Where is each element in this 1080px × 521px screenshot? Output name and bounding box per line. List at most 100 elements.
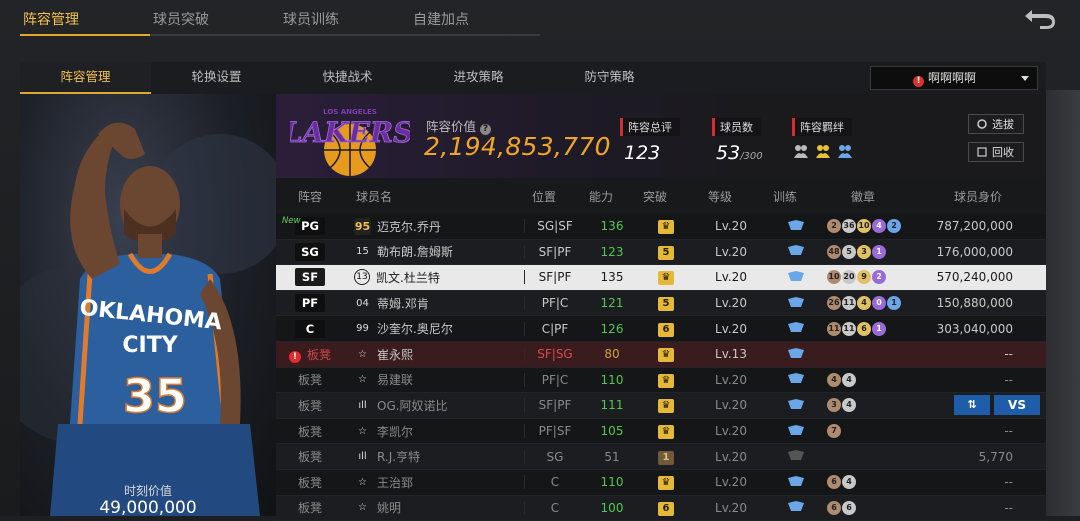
badge-icon[interactable]: 4 (842, 398, 856, 413)
training-icon[interactable] (787, 296, 805, 308)
bond-blue-icon[interactable] (836, 142, 854, 160)
table-row[interactable]: 板凳 ☆ 李凯尔 PF|SF 105 ♛ Lv.20 7 -- (276, 419, 1046, 445)
col-position[interactable]: 位置 (514, 188, 574, 205)
training-icon[interactable] (787, 449, 805, 461)
featured-player-card[interactable]: OKLAHOMA CITY 35 时刻价值 49,000,000 (20, 94, 276, 516)
table-row[interactable]: 板凳 ☆ 易建联 PF|C 110 ♛ Lv.20 4 4 -- (276, 368, 1046, 394)
player-level: Lv.20 (715, 500, 747, 515)
badge-icon[interactable]: 10 (857, 219, 871, 234)
badge-icon[interactable]: 2 (872, 270, 886, 285)
badge-icon[interactable]: 2 (827, 219, 841, 234)
table-row[interactable]: 板凳 ıll R.J.亨特 SG 51 1 Lv.20 5,770 (276, 444, 1046, 470)
col-ability[interactable]: 能力 (574, 188, 628, 205)
subtab-lineup[interactable]: 阵容管理 (20, 62, 151, 94)
badge-icon[interactable]: 6 (827, 475, 841, 490)
swap-button[interactable]: ⇅ (954, 395, 990, 416)
badge-icon[interactable]: 6 (842, 500, 856, 515)
training-icon[interactable] (787, 321, 805, 333)
player-name[interactable]: 王治郅 (377, 474, 413, 491)
player-name[interactable]: 易建联 (377, 371, 413, 388)
breakthrough-cell: 6 (639, 321, 693, 337)
training-icon[interactable] (787, 244, 805, 256)
bond-gold-icon[interactable] (814, 142, 832, 160)
badge-icon[interactable]: 2 (887, 219, 901, 234)
tab-player-training[interactable]: 球员训练 (280, 6, 410, 36)
player-name[interactable]: 勒布朗.詹姆斯 (377, 243, 453, 260)
training-icon[interactable] (787, 270, 805, 282)
col-breakthrough[interactable]: 突破 (628, 188, 682, 205)
table-row[interactable]: 板凳 ☆ 王治郅 C 110 ♛ Lv.20 6 4 -- (276, 470, 1046, 496)
badge-icon[interactable]: 1 (887, 296, 901, 311)
col-player-value[interactable]: 球员身价 (910, 188, 1016, 205)
training-icon[interactable] (787, 500, 805, 512)
badge-icon[interactable]: 6 (827, 500, 841, 515)
training-icon[interactable] (787, 424, 805, 436)
subtab-rotation[interactable]: 轮换设置 (151, 62, 282, 94)
table-row[interactable]: SF 13 凯文.杜兰特 SF|PF 135 ♛ Lv.20 10 20 9 2 570,240,00… (276, 265, 1046, 291)
table-row[interactable]: SG 15 勒布朗.詹姆斯 SF|PF 123 5 Lv.20 48 5 3 1 176,000,00… (276, 239, 1046, 266)
badge-icon[interactable]: 4 (842, 372, 856, 387)
breakthrough-cell: 5 (639, 295, 693, 312)
table-row[interactable]: C 99 沙奎尔.奥尼尔 C|PF 126 6 Lv.20 11 11 6 1 303,040,000 (276, 316, 1046, 342)
col-lineup[interactable]: 阵容 (276, 188, 344, 205)
player-name[interactable]: 崔永熙 (377, 346, 413, 363)
table-row[interactable]: ! 板凳 ☆ 崔永熙 SF|SG 80 ♛ Lv.13 -- (276, 341, 1046, 368)
training-icon[interactable] (787, 219, 805, 231)
badge-icon[interactable]: 9 (857, 270, 871, 285)
badge-icon[interactable]: 4 (857, 296, 871, 311)
badge-icon[interactable]: 1 (872, 321, 886, 336)
player-name[interactable]: 迈克尔.乔丹 (377, 218, 441, 235)
badge-icon[interactable]: 26 (827, 296, 841, 311)
col-training[interactable]: 训练 (758, 188, 812, 205)
player-name[interactable]: R.J.亨特 (377, 448, 420, 465)
badge-icon[interactable]: 20 (842, 270, 856, 285)
badge-icon[interactable]: 4 (827, 372, 841, 387)
badge-icon[interactable]: 4 (842, 475, 856, 490)
badge-icon[interactable]: 36 (842, 219, 856, 234)
badge-icon[interactable]: 48 (827, 244, 841, 259)
bond-silver-icon[interactable] (792, 142, 810, 160)
badge-icon[interactable]: 10 (827, 270, 841, 285)
subtab-defense[interactable]: 防守策略 (544, 62, 675, 94)
badge-icon[interactable]: 7 (827, 424, 841, 439)
tab-player-breakthrough[interactable]: 球员突破 (150, 6, 280, 36)
col-badges[interactable]: 徽章 (812, 188, 910, 205)
training-icon[interactable] (787, 347, 805, 359)
badge-icon[interactable]: 0 (872, 296, 886, 311)
player-ability: 110 (600, 475, 624, 490)
col-level[interactable]: 等级 (682, 188, 758, 205)
player-name[interactable]: 李凯尔 (377, 423, 413, 440)
badge-icon[interactable]: 11 (827, 321, 841, 336)
badge-icon[interactable]: 11 (842, 321, 856, 336)
subtab-offense[interactable]: 进攻策略 (413, 62, 544, 94)
table-row[interactable]: 板凳 ☆ 姚明 C 100 6 Lv.20 6 6 -- (276, 495, 1046, 521)
badge-icon[interactable]: 1 (872, 244, 886, 259)
lineup-select-dropdown[interactable]: ! 啊啊啊啊 (870, 66, 1038, 90)
scout-button[interactable]: 选拔 (968, 114, 1024, 134)
badge-icon[interactable]: 3 (827, 398, 841, 413)
badge-icon[interactable]: 6 (857, 321, 871, 336)
table-row[interactable]: 板凳 ıll OG.阿奴诺比 SF|PF 111 ♛ Lv.20 3 4 ⇅ VS (276, 393, 1046, 419)
breakthrough-crown-icon: 1 (658, 450, 674, 465)
table-row[interactable]: New PG 95 迈克尔.乔丹 SG|SF 136 ♛ Lv.20 2 36 10 4 2 787,20… (276, 214, 1046, 240)
back-arrow-icon[interactable] (1022, 6, 1058, 30)
badge-icon[interactable]: 3 (857, 244, 871, 259)
compare-vs-button[interactable]: VS (994, 395, 1040, 416)
recycle-button[interactable]: 回收 (968, 142, 1024, 162)
player-name[interactable]: 沙奎尔.奥尼尔 (377, 320, 453, 337)
badge-icon[interactable]: 5 (842, 244, 856, 259)
subtab-quick-tactics[interactable]: 快捷战术 (282, 62, 413, 94)
player-name[interactable]: OG.阿奴诺比 (377, 397, 448, 414)
training-icon[interactable] (787, 372, 805, 384)
table-row[interactable]: PF 04 蒂姆.邓肯 PF|C 121 5 Lv.20 26 11 4 0 1 150,880,000 (276, 290, 1046, 317)
training-icon[interactable] (787, 475, 805, 487)
tab-custom-attributes[interactable]: 自建加点 (410, 6, 540, 36)
badge-icon[interactable]: 4 (872, 219, 886, 234)
player-name[interactable]: 凯文.杜兰特 (376, 269, 440, 286)
player-name[interactable]: 蒂姆.邓肯 (377, 295, 429, 312)
training-icon[interactable] (787, 398, 805, 410)
col-player-name[interactable]: 球员名 (344, 188, 514, 205)
tab-lineup-management[interactable]: 阵容管理 (20, 6, 150, 36)
player-name[interactable]: 姚明 (377, 499, 401, 516)
badge-icon[interactable]: 11 (842, 296, 856, 311)
